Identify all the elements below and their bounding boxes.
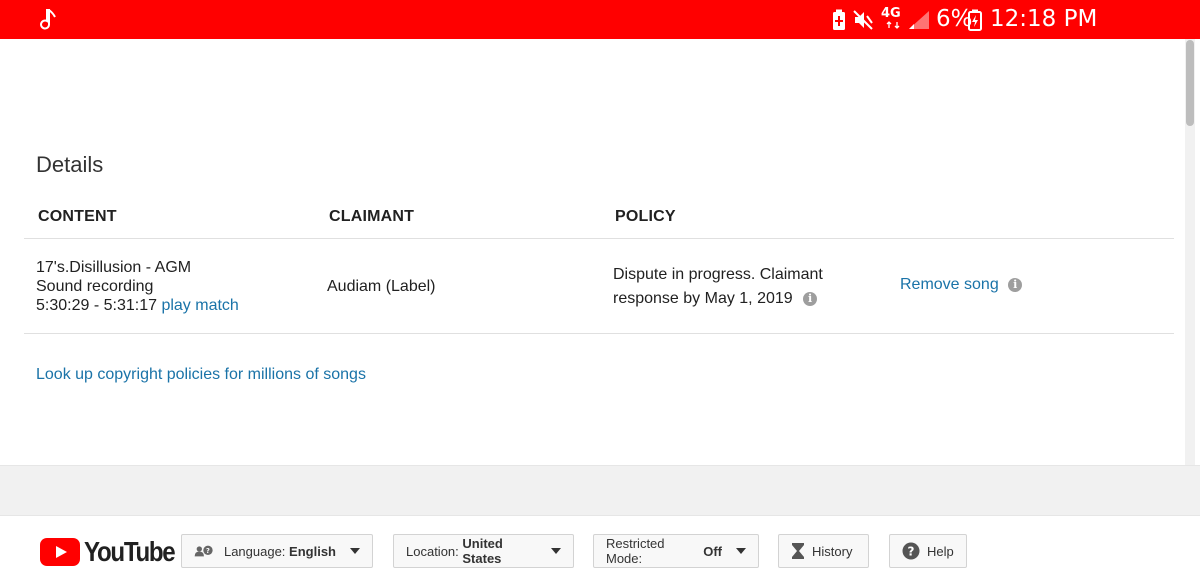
location-button[interactable]: Location: United States [393, 534, 574, 568]
battery-saver-icon [833, 9, 845, 30]
status-bar: 4G 6% 12:18 PM [0, 0, 1200, 39]
chevron-down-icon [551, 548, 561, 554]
remove-song-link[interactable]: Remove song [900, 276, 999, 293]
action-cell: Remove song i [900, 275, 1023, 294]
column-header-policy: POLICY [615, 208, 676, 225]
chevron-down-icon [736, 548, 746, 554]
lte-icon: 4G [881, 6, 901, 21]
language-icon: ? [194, 545, 213, 557]
remove-song-info-icon[interactable]: i [1008, 277, 1023, 292]
time-range-line: 5:30:29 - 5:31:17 play match [36, 296, 239, 315]
youtube-play-icon [40, 538, 80, 566]
hourglass-icon [792, 543, 804, 559]
policy-line-1: Dispute in progress. Claimant [613, 266, 823, 283]
time-range: 5:30:29 - 5:31:17 [36, 297, 157, 314]
location-value: United States [462, 536, 503, 566]
policy-line-2-wrap: response by May 1, 2019 i [613, 287, 823, 311]
music-note-icon [40, 9, 56, 30]
column-header-content: CONTENT [38, 208, 117, 225]
svg-text:?: ? [908, 545, 915, 559]
content-cell: 17's.Disillusion - AGM Sound recording 5… [36, 258, 239, 315]
content-type: Sound recording [36, 278, 154, 295]
mute-icon [853, 10, 873, 30]
policy-cell: Dispute in progress. Claimant response b… [613, 263, 823, 311]
help-label: Help [927, 543, 954, 559]
language-label: Language: [223, 543, 286, 559]
youtube-logo[interactable]: YouTube [40, 536, 189, 568]
column-header-claimant: CLAIMANT [329, 208, 415, 225]
row-divider [24, 333, 1174, 334]
song-title: 17's.Disillusion - AGM [36, 259, 192, 276]
history-button[interactable]: History [778, 534, 869, 568]
signal-icon [909, 11, 929, 29]
location-label: Location: [406, 543, 459, 559]
play-match-link[interactable]: play match [161, 297, 238, 314]
policy-info-icon[interactable]: i [803, 291, 818, 306]
claimant-cell: Audiam (Label) [327, 278, 436, 295]
clock: 12:18 PM [990, 6, 1098, 32]
svg-text:?: ? [206, 547, 210, 555]
youtube-wordmark: YouTube [84, 536, 176, 567]
battery-icon [968, 9, 982, 31]
network-arrows-icon [886, 21, 900, 29]
lookup-copyright-link[interactable]: Look up copyright policies for millions … [36, 365, 366, 384]
header-divider [24, 238, 1174, 239]
restricted-mode-label: Restricted Mode: [606, 536, 665, 566]
details-title: Details [36, 152, 104, 177]
policy-line-2: response by May 1, 2019 [613, 290, 793, 307]
language-value: English [289, 543, 336, 559]
chevron-down-icon [350, 548, 360, 554]
scrollbar-thumb[interactable] [1186, 40, 1194, 126]
restricted-mode-button[interactable]: Restricted Mode: Off [593, 534, 759, 568]
restricted-mode-value: Off [703, 543, 722, 559]
page-gap [0, 465, 1200, 515]
history-label: History [812, 543, 853, 559]
help-button[interactable]: ? Help [889, 534, 967, 568]
help-icon: ? [902, 542, 920, 560]
language-button[interactable]: ? Language: English [181, 534, 373, 568]
